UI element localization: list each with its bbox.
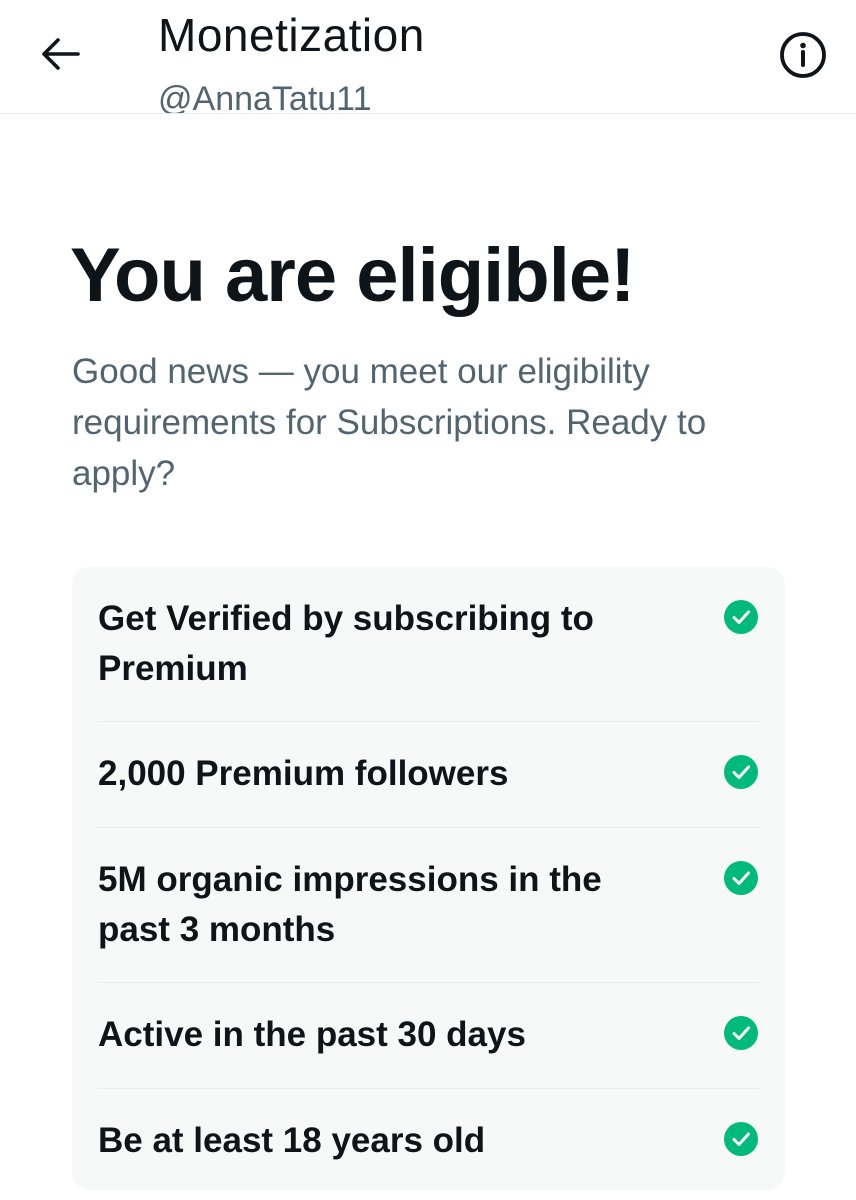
check-circle-icon	[724, 600, 758, 634]
requirement-row: Be at least 18 years old	[98, 1089, 759, 1190]
check-circle-icon	[724, 1122, 758, 1156]
requirement-label: Be at least 18 years old	[98, 1121, 486, 1160]
check-circle-icon	[724, 755, 758, 789]
check-circle-icon	[724, 861, 758, 895]
requirement-label: Get Verified by subscribing to Premium	[98, 599, 594, 688]
requirement-label: 2,000 Premium followers	[98, 754, 509, 793]
eligibility-heading: You are eligible!	[70, 233, 635, 318]
info-circle-icon	[780, 32, 826, 78]
requirement-row: 2,000 Premium followers	[98, 722, 759, 828]
requirement-label: Active in the past 30 days	[98, 1015, 526, 1054]
requirements-card: Get Verified by subscribing to Premium 2…	[72, 567, 785, 1190]
check-circle-icon	[724, 1016, 758, 1050]
eligibility-description: Good news — you meet our eligibility req…	[72, 352, 707, 493]
requirement-row: Active in the past 30 days	[98, 983, 759, 1089]
arrow-left-icon	[42, 38, 80, 70]
back-button[interactable]	[28, 28, 92, 80]
page-title: Monetization	[158, 9, 425, 61]
requirement-row: Get Verified by subscribing to Premium	[98, 567, 759, 722]
account-handle: @AnnaTatu11	[158, 80, 372, 114]
requirement-row: 5M organic impressions in the past 3 mon…	[98, 828, 759, 983]
requirement-label: 5M organic impressions in the past 3 mon…	[98, 860, 602, 949]
top-bar: Monetization @AnnaTatu11	[0, 0, 856, 114]
info-button[interactable]	[776, 28, 830, 82]
